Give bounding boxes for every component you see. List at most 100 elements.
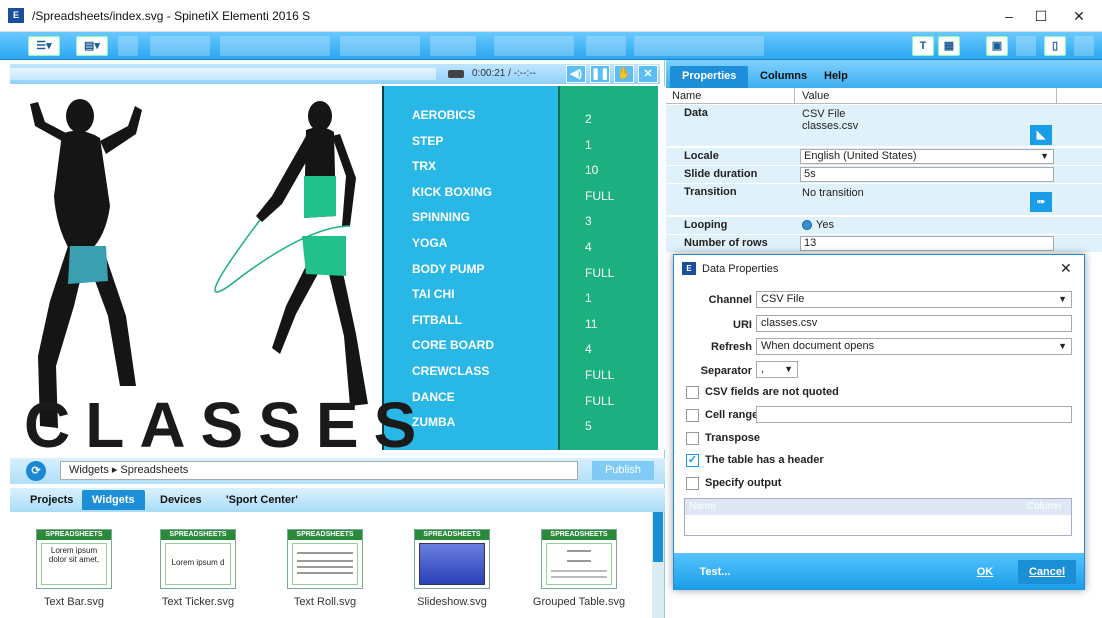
widget-card[interactable]: SPREADSHEETS — [287, 529, 363, 589]
stop-icon[interactable] — [448, 70, 464, 78]
widget-label[interactable]: Text Roll.svg — [270, 596, 380, 608]
property-row-slide-duration[interactable]: Slide duration 5s — [666, 166, 1102, 184]
table-icon: ▦ — [943, 40, 955, 52]
hand-icon: ✋ — [617, 68, 631, 80]
arrange-tools-group[interactable] — [430, 36, 476, 56]
new-document-icon: ▤▾ — [84, 40, 100, 52]
refresh-select[interactable]: When document opens ▼ — [756, 338, 1072, 355]
font-size-select[interactable] — [586, 36, 626, 56]
text-layer-button[interactable]: T — [912, 36, 934, 56]
table-layer-button[interactable]: ▦ — [938, 36, 960, 56]
separator-label: Separator — [700, 365, 752, 377]
pause-button[interactable]: ❚❚ — [590, 65, 610, 83]
widget-scrollbar-thumb[interactable] — [653, 512, 663, 562]
refresh-value: When document opens — [761, 340, 875, 352]
path-root[interactable]: Widgets — [69, 464, 109, 476]
tab-projects[interactable]: Projects — [20, 490, 83, 510]
slide-duration-input[interactable]: 5s — [800, 167, 1054, 182]
has-header-checkbox[interactable]: ✓ — [686, 454, 699, 467]
transpose-checkbox[interactable] — [686, 432, 699, 445]
tab-devices[interactable]: Devices — [150, 490, 212, 510]
class-value: FULL — [585, 188, 615, 203]
path-input[interactable]: Widgets ▸ Spreadsheets — [60, 461, 578, 480]
widget-card[interactable]: SPREADSHEETS Lorem ipsum d — [160, 529, 236, 589]
image-layer-button[interactable]: ▣ — [986, 36, 1008, 56]
tab-sport-center[interactable]: 'Sport Center' — [216, 490, 308, 510]
close-player-button[interactable]: ✕ — [638, 65, 658, 83]
close-dialog-button[interactable]: ✕ — [1060, 260, 1072, 277]
checkmark-icon: ✓ — [687, 454, 698, 466]
tab-columns[interactable]: Columns — [748, 66, 819, 88]
volume-button[interactable]: ◀) — [566, 65, 586, 83]
playback-time: 0:00:21 / -:--:-- — [472, 68, 536, 79]
layer-tools-group[interactable] — [220, 36, 330, 56]
media-layer-button[interactable] — [1016, 36, 1036, 56]
class-name: CREWCLASS — [412, 364, 490, 378]
widget-card[interactable]: SPREADSHEETS Lorem ipsum dolor sit amet, — [36, 529, 112, 589]
transpose-label[interactable]: Transpose — [705, 432, 760, 444]
tab-widgets[interactable]: Widgets — [82, 490, 145, 510]
cell-range-checkbox[interactable] — [686, 409, 699, 422]
widget-card[interactable]: SPREADSHEETS — [414, 529, 490, 589]
close-window-button[interactable]: ✕ — [1056, 0, 1102, 32]
property-row-locale[interactable]: Locale English (United States) ▼ — [666, 148, 1102, 166]
has-header-label[interactable]: The table has a header — [705, 454, 824, 466]
document-button[interactable]: ▯ — [1044, 36, 1066, 56]
path-leaf[interactable]: Spreadsheets — [120, 464, 188, 476]
class-value: FULL — [585, 393, 615, 408]
playback-progress[interactable] — [10, 68, 436, 80]
number-of-rows-input[interactable]: 13 — [800, 236, 1054, 251]
locale-value: English (United States) — [804, 150, 917, 162]
channel-select[interactable]: CSV File ▼ — [756, 291, 1072, 308]
widget-label[interactable]: Slideshow.svg — [397, 596, 507, 608]
new-document-button[interactable]: ▤▾ — [76, 36, 108, 56]
widget-header: SPREADSHEETS — [161, 530, 235, 540]
output-table[interactable]: Name Column — [684, 498, 1072, 536]
widget-label[interactable]: Grouped Table.svg — [524, 596, 634, 608]
test-button[interactable]: Test... — [684, 560, 746, 584]
tab-help[interactable]: Help — [812, 66, 860, 88]
locale-select[interactable]: English (United States) ▼ — [800, 149, 1054, 164]
publish-button[interactable]: Publish — [592, 461, 654, 480]
property-row-looping[interactable]: Looping Yes — [666, 217, 1102, 235]
looping-radio[interactable] — [802, 220, 812, 230]
class-name: TAI CHI — [412, 287, 455, 302]
channel-value: CSV File — [761, 293, 805, 305]
extra-button[interactable] — [1074, 36, 1094, 56]
class-value: FULL — [585, 368, 615, 382]
specify-output-label[interactable]: Specify output — [705, 477, 781, 489]
widget-label[interactable]: Text Ticker.svg — [143, 596, 253, 608]
ok-button[interactable]: OK — [956, 560, 1014, 584]
separator-select[interactable]: , ▼ — [756, 361, 798, 378]
property-row-transition[interactable]: Transition No transition ➠ — [666, 184, 1102, 216]
text-format-group[interactable] — [634, 36, 764, 56]
save-icon[interactable] — [118, 36, 138, 56]
cell-range-input[interactable] — [756, 406, 1072, 423]
widget-label[interactable]: Text Bar.svg — [19, 596, 129, 608]
align-tools-group[interactable] — [340, 36, 420, 56]
preview-canvas[interactable]: AEROBICS 2 STEP 1 TRX 10 KICK BOXING FULL SPINNI… — [10, 86, 665, 450]
uri-input[interactable]: classes.csv — [756, 315, 1072, 332]
rss-feed-button[interactable]: ◣ — [1030, 125, 1052, 145]
property-row-data[interactable]: Data CSV File classes.csv ◣ — [666, 105, 1102, 147]
widget-card[interactable]: SPREADSHEETS — [541, 529, 617, 589]
tab-properties[interactable]: Properties — [670, 66, 749, 88]
hand-tool-button[interactable]: ✋ — [614, 65, 634, 83]
menu-button[interactable]: ☰▾ — [28, 36, 60, 56]
csv-not-quoted-label[interactable]: CSV fields are not quoted — [705, 386, 839, 398]
class-name: KICK BOXING — [412, 184, 493, 199]
edit-tools-group[interactable] — [150, 36, 210, 56]
cancel-button[interactable]: Cancel — [1018, 560, 1076, 584]
widget-preview: Lorem ipsum dolor sit amet, — [41, 543, 107, 585]
specify-output-checkbox[interactable] — [686, 477, 699, 490]
refresh-button[interactable]: ⟳ — [26, 461, 46, 481]
transition-button[interactable]: ➠ — [1030, 192, 1052, 212]
cell-range-label[interactable]: Cell range — [705, 409, 758, 421]
property-row-number-of-rows[interactable]: Number of rows 13 — [666, 235, 1102, 253]
font-family-select[interactable] — [494, 36, 574, 56]
dialog-footer: Test... OK Cancel — [674, 553, 1084, 590]
class-value: 4 — [585, 240, 592, 254]
csv-not-quoted-checkbox[interactable] — [686, 386, 699, 399]
dialog-title: Data Properties — [702, 263, 779, 275]
data-properties-dialog: E Data Properties ✕ Channel CSV File ▼ UR… — [673, 254, 1085, 590]
